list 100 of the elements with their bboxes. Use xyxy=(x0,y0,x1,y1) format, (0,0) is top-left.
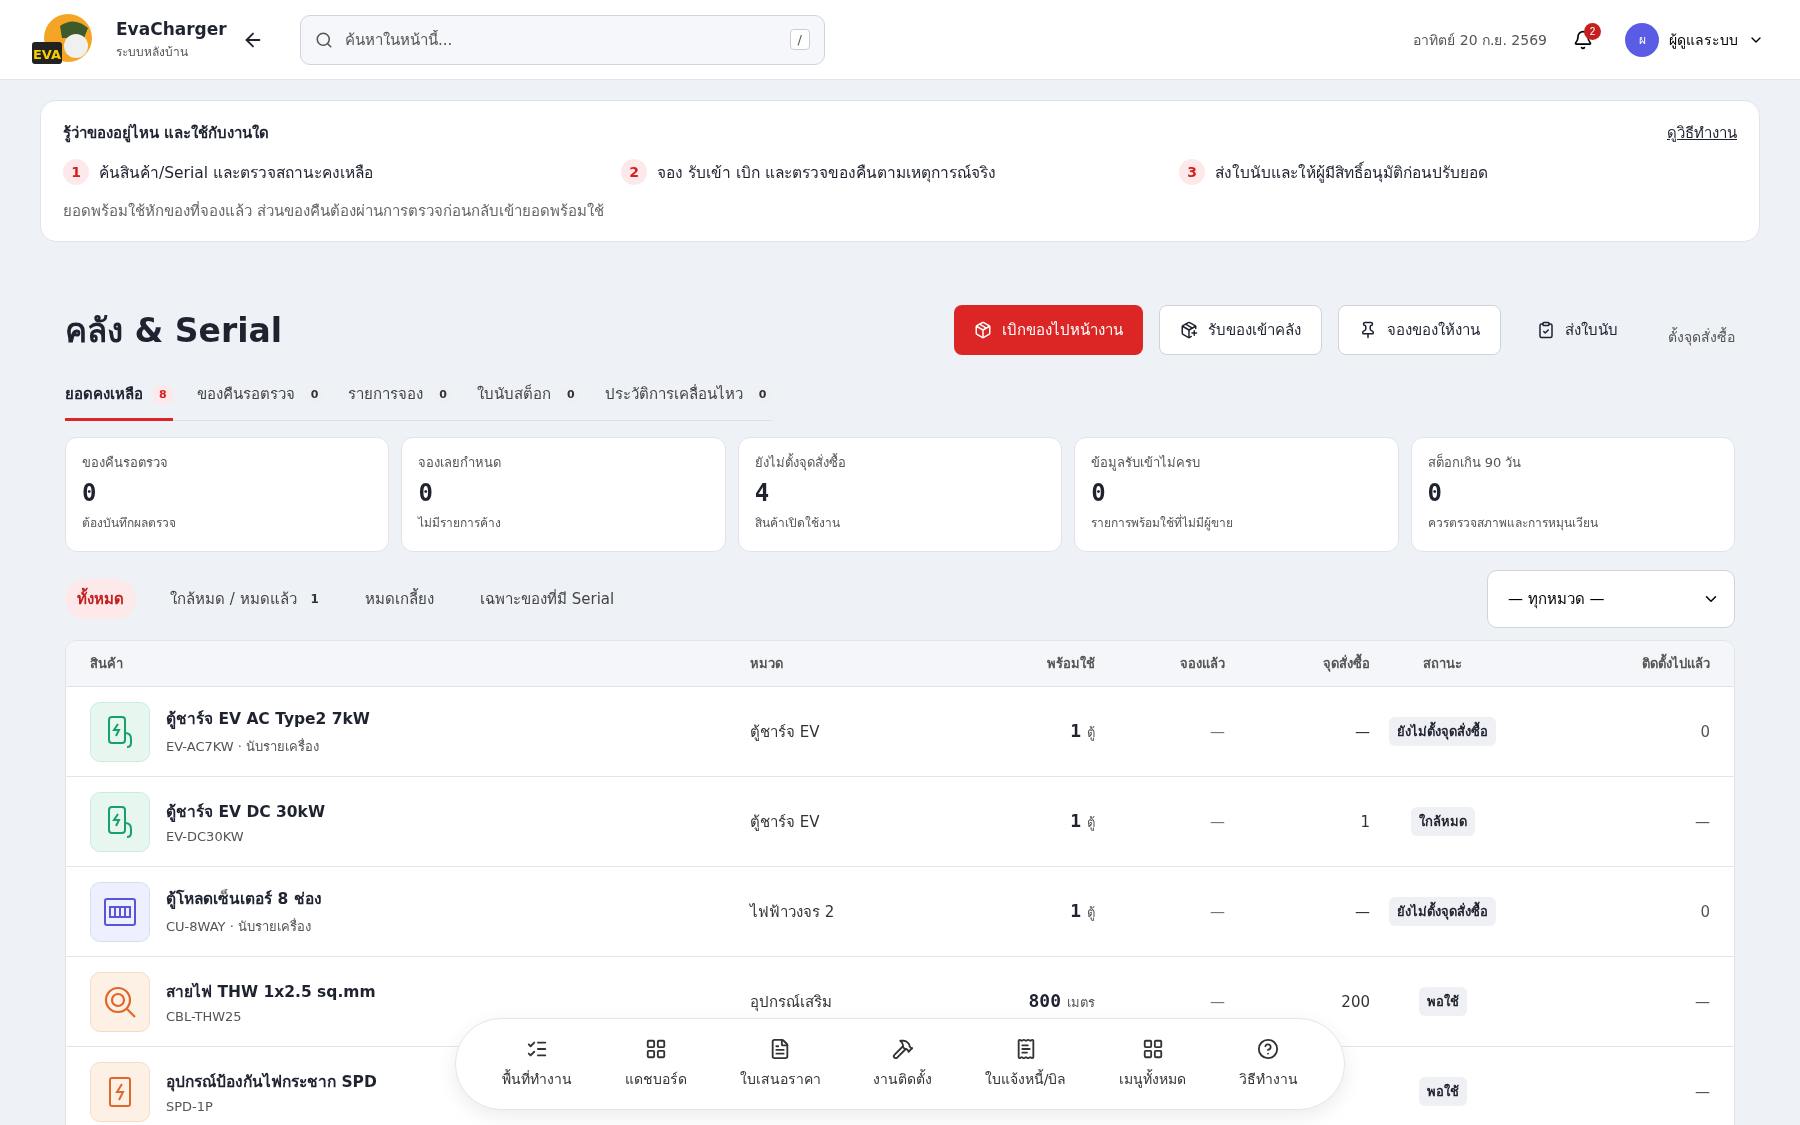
step-number: 3 xyxy=(1179,159,1205,185)
tab-count: 8 xyxy=(153,385,173,403)
filter-count: 1 xyxy=(310,592,319,606)
status-badge: พอใช้ xyxy=(1418,987,1467,1016)
search-field[interactable]: ค้นหาในหน้านี้... / xyxy=(300,14,825,65)
user-avatar: ผ xyxy=(1625,22,1659,57)
stat-note: ไม่มีรายการค้าง xyxy=(418,515,503,532)
filter-chip[interactable]: ใกล้หมด / หมดแล้ว 1 xyxy=(158,579,331,619)
table-cell-text: 0 xyxy=(1699,902,1710,921)
breaker-panel-icon xyxy=(103,896,137,927)
table-cell-text: ไฟฟ้าวงจร 2 xyxy=(750,901,836,923)
nav-item[interactable]: เมนูทั้งหมด xyxy=(1113,1037,1193,1091)
table-cell-text: ตู้ชาร์จ EV xyxy=(750,721,821,743)
user-menu[interactable]: ผ ผู้ดูแลระบบ xyxy=(1619,21,1770,58)
category-select[interactable]: — ทุกหมวด — xyxy=(1487,570,1735,628)
package-icon xyxy=(974,321,992,339)
ready-quantity: 1 xyxy=(1070,720,1081,741)
column-header: สถานะ xyxy=(1422,655,1463,673)
stat-label: ยังไม่ตั้งจุดสั่งซื้อ xyxy=(754,452,847,473)
table-cell-text: อุปกรณ์เสริม xyxy=(750,991,833,1014)
table-cell-text: — xyxy=(1694,992,1710,1011)
nav-item[interactable]: แดชบอร์ด xyxy=(618,1037,693,1091)
product-sku: CBL-THW25 xyxy=(166,1009,243,1024)
table-cell-text: — xyxy=(1209,722,1225,741)
table-cell-text: — xyxy=(1694,812,1710,831)
status-badge: ใกล้หมด xyxy=(1410,807,1475,836)
grid-icon xyxy=(1141,1038,1164,1060)
status-badge: ยังไม่ตั้งจุดสั่งซื้อ xyxy=(1389,717,1496,746)
tab[interactable]: ยอดคงเหลือ 8 xyxy=(65,374,173,421)
stat-label: สต็อกเกิน 90 วัน xyxy=(1427,452,1523,472)
tab[interactable]: รายการจอง 0 xyxy=(348,374,453,421)
search-input[interactable]: ค้นหาในหน้านี้... xyxy=(343,29,780,50)
ready-quantity: 1 xyxy=(1070,810,1081,831)
guide-link[interactable]: ดูวิธีทำงาน xyxy=(1667,121,1737,145)
ev-charger-icon xyxy=(105,804,135,839)
status-badge: พอใช้ xyxy=(1418,1077,1467,1106)
stat-note: สินค้าเปิดใช้งาน xyxy=(754,515,841,532)
step-text: ค้นสินค้า/Serial และตรวจสถานะคงเหลือ xyxy=(99,162,373,184)
quantity-unit: เมตร xyxy=(1067,994,1095,1012)
table-cell-text: — xyxy=(1209,902,1225,921)
filter-chip[interactable]: หมดเกลี้ยง xyxy=(352,579,446,619)
table-cell-text: — xyxy=(1209,992,1225,1011)
help-icon xyxy=(1257,1038,1280,1060)
date-text: อาทิตย์ 20 ก.ย. 2569 xyxy=(1413,30,1547,50)
document-icon xyxy=(769,1038,791,1060)
nav-item[interactable]: ใบแจ้งหนี้/บิล xyxy=(978,1037,1073,1091)
column-header: พร้อมใช้ xyxy=(1046,654,1095,673)
table-cell-text: 0 xyxy=(1699,722,1710,741)
product-name: ตู้ชาร์จ EV DC 30kW xyxy=(166,802,325,824)
tab[interactable]: ของคืนรอตรวจ 0 xyxy=(196,374,325,421)
quantity-unit: ตู้ xyxy=(1087,904,1095,923)
guide-title: รู้ว่าของอยู่ไหน และใช้กับงานใด xyxy=(63,122,270,145)
product-sku: CU-8WAY · นับรายเครื่อง xyxy=(166,917,312,936)
action-button[interactable]: จองของให้งาน xyxy=(1338,305,1501,355)
surge-protector-icon xyxy=(107,1074,133,1109)
action-button[interactable]: รับของเข้าคลัง xyxy=(1159,305,1322,355)
product-sku: EV-AC7KW · นับรายเครื่อง xyxy=(166,737,321,756)
nav-item[interactable]: วิธีทำงาน xyxy=(1232,1037,1304,1091)
action-button[interactable]: ส่งใบนับ xyxy=(1517,305,1638,355)
product-sku: SPD-1P xyxy=(166,1099,214,1114)
clipboard-check-icon xyxy=(1537,321,1555,339)
filter-chip[interactable]: ทั้งหมด xyxy=(65,579,136,619)
product-sku: EV-DC30KW xyxy=(166,829,245,844)
step-text: ส่งใบนับและให้ผู้มีสิทธิ์อนุมัติก่อนปรับยอด xyxy=(1215,160,1488,185)
column-header: ติดตั้งไปแล้ว xyxy=(1515,653,1710,674)
action-button[interactable]: เบิกของไปหน้างาน xyxy=(954,305,1143,355)
ready-quantity: 800 xyxy=(1028,990,1061,1011)
stat-label: จองเลยกำหนด xyxy=(418,454,503,472)
product-name: ตู้ชาร์จ EV AC Type2 7kW xyxy=(166,709,370,731)
table-cell-text: ตู้ชาร์จ EV xyxy=(750,811,821,833)
nav-item[interactable]: งานติดตั้ง xyxy=(867,1037,939,1091)
quantity-unit: ตู้ xyxy=(1087,814,1095,833)
product-name: ตู้โหลดเซ็นเตอร์ 8 ช่อง xyxy=(166,888,322,911)
product-name: อุปกรณ์ป้องกันไฟกระชาก SPD xyxy=(166,1072,377,1094)
brand-subtitle: ระบบหลังบ้าน xyxy=(116,43,189,61)
table-cell-text: 200 xyxy=(1340,992,1370,1011)
page-title: คลัง & Serial xyxy=(65,309,283,352)
cable-coil-icon xyxy=(103,984,137,1019)
stat-value: 0 xyxy=(1427,479,1444,507)
quantity-unit: ตู้ xyxy=(1087,724,1095,743)
grid-icon xyxy=(644,1038,667,1060)
reorder-link[interactable]: ตั้งจุดสั่งซื้อ xyxy=(1668,326,1735,348)
nav-item[interactable]: พื้นที่ทำงาน xyxy=(496,1037,579,1091)
tab[interactable]: ใบนับสต็อก 0 xyxy=(476,374,581,421)
ready-quantity: 1 xyxy=(1070,900,1081,921)
stat-label: ข้อมูลรับเข้าไม่ครบ xyxy=(1091,454,1202,473)
column-header: จุดสั่งซื้อ xyxy=(1225,653,1370,674)
stat-note: รายการพร้อมใช้ที่ไม่มีผู้ขาย xyxy=(1091,513,1235,532)
pin-icon xyxy=(1359,321,1377,339)
filter-chip[interactable]: เฉพาะของที่มี Serial xyxy=(467,579,627,619)
nav-item[interactable]: ใบเสนอราคา xyxy=(733,1037,827,1091)
step-number: 2 xyxy=(621,159,647,185)
tab[interactable]: ประวัติการเคลื่อนไหว 0 xyxy=(604,374,773,421)
notification-count: 2 xyxy=(1584,22,1601,40)
table-cell-text: 1 xyxy=(1359,812,1370,831)
stat-value: 4 xyxy=(754,479,771,507)
table-cell-text: — xyxy=(1209,812,1225,831)
step-number: 1 xyxy=(63,159,89,185)
table-cell-text: — xyxy=(1694,1082,1710,1101)
stat-note: ควรตรวจสภาพและการหมุนเวียน xyxy=(1427,515,1599,532)
